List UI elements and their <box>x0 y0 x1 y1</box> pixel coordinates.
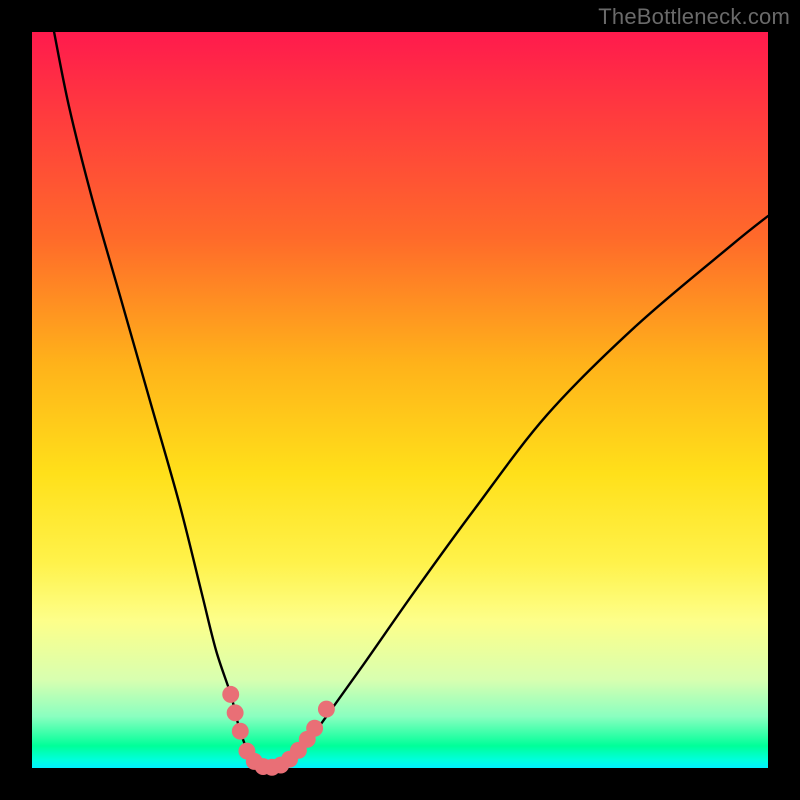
marker-left-3 <box>232 723 249 740</box>
marker-right-1 <box>306 720 323 737</box>
data-markers <box>222 686 335 776</box>
marker-left-2 <box>227 704 244 721</box>
chart-stage: TheBottleneck.com <box>0 0 800 800</box>
plot-area <box>32 32 768 768</box>
watermark-text: TheBottleneck.com <box>598 4 790 30</box>
bottleneck-curve <box>54 32 768 769</box>
marker-left-1 <box>222 686 239 703</box>
curve-layer <box>32 32 768 768</box>
marker-right-2 <box>318 701 335 718</box>
